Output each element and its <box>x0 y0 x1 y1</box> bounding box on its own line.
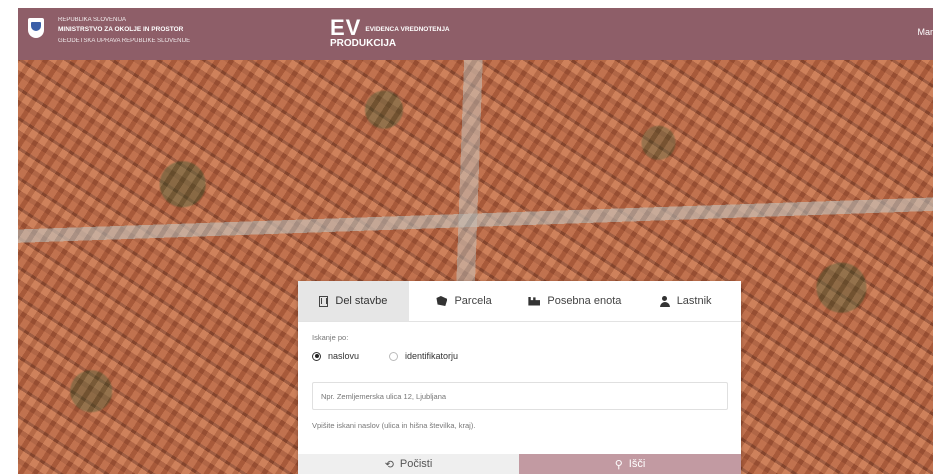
tab-posebna-enota[interactable]: Posebna enota <box>520 281 631 321</box>
special-unit-icon <box>528 296 541 306</box>
user-menu[interactable]: Mar <box>918 27 933 37</box>
parcel-icon <box>436 296 448 306</box>
search-panel: Del stavbe Parcela Posebna enota Lastnik… <box>298 281 741 474</box>
radio-label: naslovu <box>328 351 360 361</box>
address-search-input[interactable] <box>312 382 728 410</box>
search-hint: Vpišite iskani naslov (ulica in hišna št… <box>312 421 476 430</box>
radio-naslovu[interactable]: naslovu <box>312 351 359 361</box>
radio-selected-icon <box>312 351 321 361</box>
reset-icon: ⟲ <box>384 458 394 471</box>
tab-del-stavbe[interactable]: Del stavbe <box>298 281 409 321</box>
top-header: REPUBLIKA SLOVENIJA MINISTRSTVO ZA OKOLJ… <box>18 8 933 60</box>
ministry-name: MINISTRSTVO ZA OKOLJE IN PROSTOR <box>58 26 184 33</box>
search-tabs: Del stavbe Parcela Posebna enota Lastnik <box>298 281 741 322</box>
search-button[interactable]: ⚲ Išči <box>519 454 741 474</box>
tab-label: Parcela <box>454 295 492 307</box>
app-frame: REPUBLIKA SLOVENIJA MINISTRSTVO ZA OKOLJ… <box>18 8 933 474</box>
radio-unselected-icon <box>389 351 399 361</box>
app-short-name: EV <box>330 15 362 40</box>
ministry-block: REPUBLIKA SLOVENIJA MINISTRSTVO ZA OKOLJ… <box>58 16 190 46</box>
clear-button-label: Počisti <box>399 458 433 470</box>
radio-identifikatorju[interactable]: identifikatorju <box>389 351 458 361</box>
tab-lastnik[interactable]: Lastnik <box>630 281 741 321</box>
app-full-name: EVIDENCA VREDNOTENJA <box>365 26 450 33</box>
tab-label: Del stavbe <box>335 295 388 307</box>
app-title[interactable]: EV EVIDENCA VREDNOTENJA PRODUKCIJA <box>330 15 450 49</box>
building-icon <box>319 295 329 307</box>
radio-label: identifikatorju <box>405 351 459 361</box>
environment-label: PRODUKCIJA <box>330 38 397 49</box>
agency-name: GEODETSKA UPRAVA REPUBLIKE SLOVENIJE <box>58 38 191 44</box>
search-by-label: Iskanje po: <box>312 333 349 342</box>
coat-of-arms-logo <box>28 18 44 38</box>
search-icon: ⚲ <box>614 458 623 471</box>
user-icon <box>659 295 670 307</box>
search-button-label: Išči <box>628 458 646 470</box>
clear-button[interactable]: ⟲ Počisti <box>298 454 519 474</box>
tab-parcela[interactable]: Parcela <box>409 281 520 321</box>
search-mode-group: naslovu identifikatorju <box>312 351 488 361</box>
ministry-country: REPUBLIKA SLOVENIJA <box>58 17 127 23</box>
tab-label: Posebna enota <box>547 295 622 307</box>
tab-label: Lastnik <box>676 295 712 307</box>
